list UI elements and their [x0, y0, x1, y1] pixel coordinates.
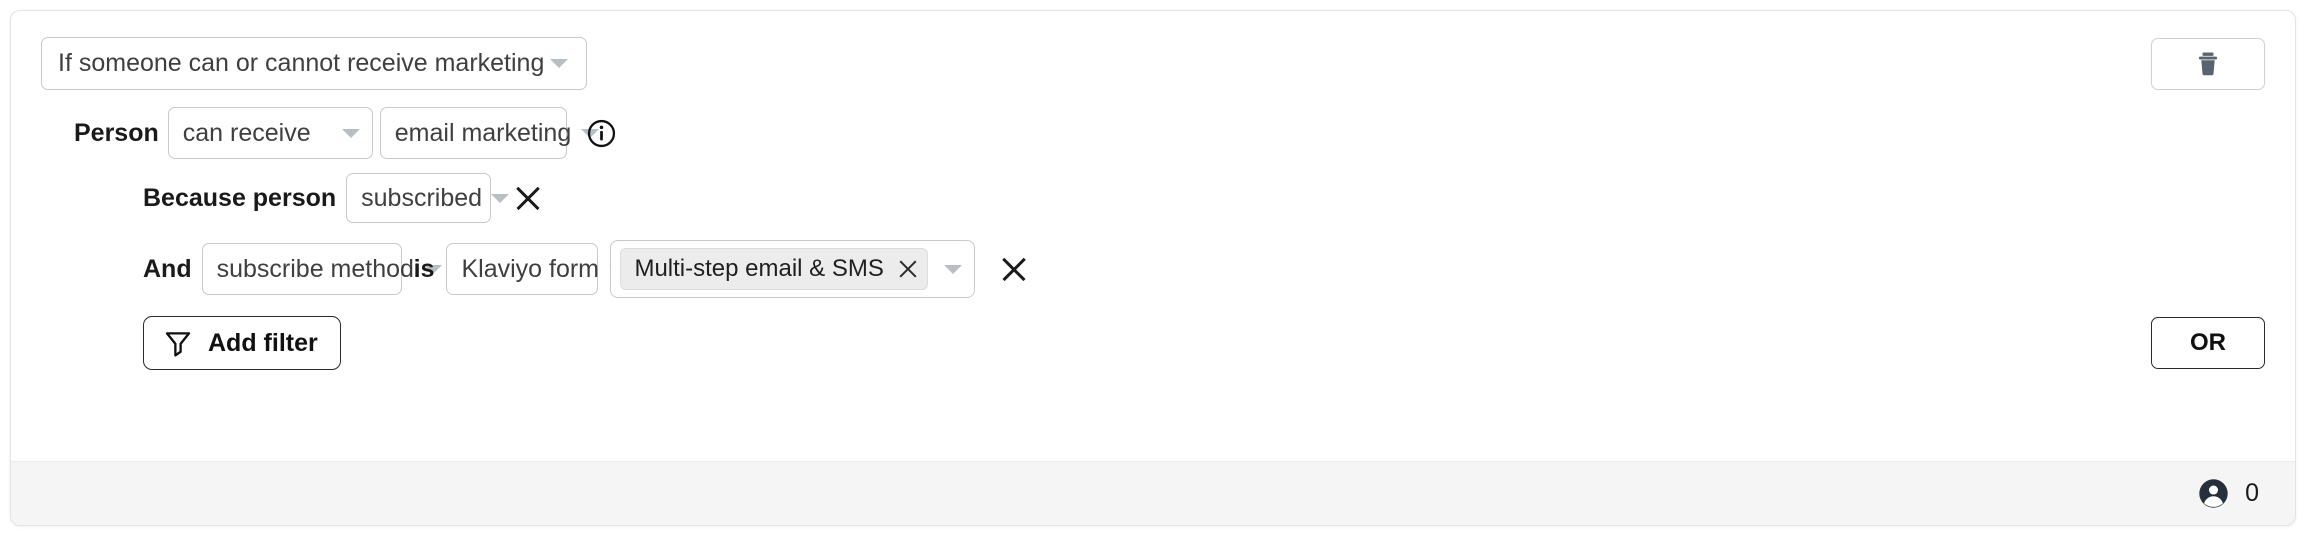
segment-condition-card: If someone can or cannot receive marketi…	[10, 10, 2296, 526]
and-source-select[interactable]: Klaviyo form	[446, 243, 628, 295]
chevron-down-icon	[550, 59, 568, 68]
and-comparator-label: is	[413, 254, 435, 283]
selected-value-chip-label: Multi-step email & SMS	[634, 255, 884, 282]
info-circle-icon[interactable]	[587, 119, 616, 148]
because-person-label: Because person	[143, 183, 337, 212]
condition-type-select[interactable]: If someone can or cannot receive marketi…	[41, 37, 587, 90]
person-operator-select[interactable]: can receive	[167, 107, 373, 159]
because-reason-select[interactable]: subscribed	[346, 173, 510, 223]
funnel-icon	[165, 332, 191, 357]
or-button-label: OR	[2190, 329, 2226, 356]
condition-header-row: If someone can or cannot receive marketi…	[41, 37, 2265, 90]
remove-and-row-button[interactable]	[999, 254, 1029, 284]
person-channel-select[interactable]: email marketing	[379, 107, 600, 159]
card-body: If someone can or cannot receive marketi…	[11, 11, 2295, 461]
screenshot-root: If someone can or cannot receive marketi…	[0, 0, 2306, 542]
chevron-down-icon	[943, 264, 962, 274]
delete-condition-button[interactable]	[2151, 37, 2265, 90]
person-operator-value: can receive	[182, 118, 311, 147]
selected-value-chip: Multi-step email & SMS	[620, 248, 928, 290]
profile-count: 0	[2198, 478, 2259, 509]
person-row: Person can receive email marketing	[74, 107, 2265, 159]
and-source-value: Klaviyo form	[461, 254, 600, 283]
person-label: Person	[74, 118, 159, 147]
add-filter-label: Add filter	[208, 328, 318, 357]
and-value-multiselect[interactable]: Multi-step email & SMS	[610, 240, 975, 298]
remove-because-row-button[interactable]	[513, 183, 543, 213]
person-channel-value: email marketing	[394, 118, 572, 147]
condition-type-value: If someone can or cannot receive marketi…	[58, 49, 545, 77]
because-reason-value: subscribed	[361, 183, 483, 212]
and-attribute-select[interactable]: subscribe method	[201, 243, 442, 295]
and-attribute-value: subscribe method	[216, 254, 414, 283]
person-circle-icon	[2199, 479, 2228, 508]
and-row: And subscribe method is Klaviyo form Mul…	[143, 240, 2265, 298]
or-button[interactable]: OR	[2151, 317, 2265, 369]
remove-chip-close-icon[interactable]	[897, 258, 919, 280]
actions-row: Add filter OR	[143, 316, 2265, 370]
add-filter-button[interactable]: Add filter	[143, 316, 341, 370]
card-footer: 0	[11, 461, 2295, 525]
and-label: And	[143, 254, 192, 283]
chevron-down-icon	[491, 193, 510, 203]
profile-count-value: 0	[2245, 479, 2259, 507]
because-row: Because person subscribed	[143, 173, 2265, 223]
trash-icon	[2199, 52, 2217, 75]
chevron-down-icon	[341, 128, 360, 138]
